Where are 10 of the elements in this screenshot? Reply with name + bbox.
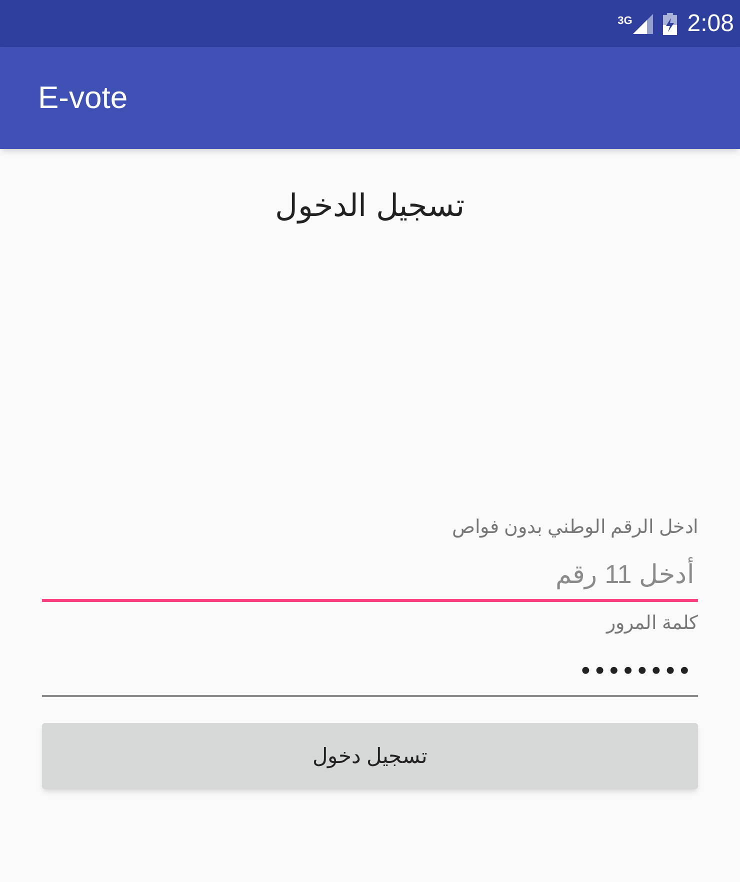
app-title: E-vote (38, 78, 128, 117)
field-label: ادخل الرقم الوطني بدون فواص (450, 516, 698, 540)
page-heading: تسجيل الدخول (275, 187, 465, 226)
login-button[interactable]: تسجيل دخول (42, 723, 698, 790)
signal-icon (633, 14, 654, 34)
battery-icon (663, 12, 678, 34)
network-type: 3G (618, 16, 632, 26)
input-field[interactable]: •••••••• (42, 645, 698, 698)
clock: 2:08 (687, 12, 734, 36)
field-label: كلمة المرور (604, 612, 698, 636)
